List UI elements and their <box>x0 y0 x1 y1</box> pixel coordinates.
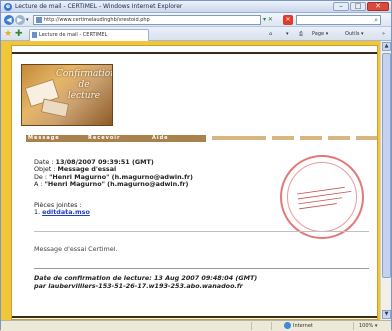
favorites-star-icon[interactable]: ★ <box>4 29 12 39</box>
tools-menu-button[interactable]: Outils ▾ <box>345 30 364 38</box>
address-url: http://www.certimelaudinghb/vrestoid.php <box>44 17 150 23</box>
feeds-button[interactable]: ▾ <box>286 30 289 38</box>
page-icon <box>36 17 42 23</box>
read-confirmation-date: Date de confirmation de lecture: 13 Aug … <box>34 274 258 282</box>
stop-button[interactable]: ✕ <box>283 15 293 25</box>
home-button[interactable]: ⌂ <box>269 30 272 38</box>
status-divider <box>353 322 354 330</box>
menu-item-message[interactable]: Message <box>28 135 86 142</box>
refresh-button[interactable]: ▾ ✕ <box>263 15 281 25</box>
maximize-button[interactable]: □ <box>350 2 366 11</box>
search-icon[interactable]: ⌕ <box>374 16 378 24</box>
tab-label: Lecture de mail - CERTIMEL <box>39 32 108 38</box>
scroll-up-icon[interactable]: ▲ <box>382 42 391 51</box>
scroll-thumb[interactable] <box>382 53 391 278</box>
vertical-scrollbar[interactable]: ▲ ▼ <box>380 41 391 320</box>
message-body: Message d'essai Certimel. <box>34 245 118 253</box>
bottom-divider <box>12 316 377 318</box>
mail-menu-bar: Message Recevoir Aide <box>26 135 377 144</box>
ie-logo-icon: e <box>4 3 12 11</box>
close-button[interactable]: ✕ <box>367 2 389 11</box>
attachment-index: 1. <box>34 208 43 217</box>
tab-lecture-de-mail[interactable]: Lecture de mail - CERTIMEL <box>29 29 149 41</box>
browser-window: e Lecture de mail - CERTIMEL - Windows I… <box>0 0 392 331</box>
tab-page-icon <box>32 32 37 38</box>
page-menu-button[interactable]: Page ▾ <box>312 30 328 38</box>
security-zone[interactable]: Internet <box>293 322 313 330</box>
tab-bar: ★ ✚ Lecture de mail - CERTIMEL ⌂ ▾ ⎙ Pag… <box>1 27 391 41</box>
mail-page: Confirmation de lecture Message Recevoir… <box>11 45 378 320</box>
forward-button[interactable]: ▶ <box>15 15 25 25</box>
back-button[interactable]: ◀ <box>4 15 14 25</box>
menu-item-aide[interactable]: Aide <box>152 135 202 142</box>
attachment-link[interactable]: editdata.mso <box>42 208 90 216</box>
status-divider <box>251 322 252 330</box>
zoom-level[interactable]: 100% ▾ <box>359 322 377 330</box>
globe-icon <box>284 322 291 329</box>
menu-divider <box>300 136 322 140</box>
menu-divider <box>272 136 294 140</box>
history-dropdown-icon[interactable]: ▾ <box>26 17 29 23</box>
window-title: Lecture de mail - CERTIMEL - Windows Int… <box>15 3 183 10</box>
print-button[interactable]: ⎙ <box>299 30 303 38</box>
to-value: "Henri Magurno" (h.magurno@adwin.fr) <box>44 179 189 188</box>
to-label: A : <box>34 179 45 188</box>
to-row: A : "Henri Magurno" (h.magurno@adwin.fr) <box>34 179 254 188</box>
content-area: Confirmation de lecture Message Recevoir… <box>1 41 391 320</box>
menu-divider <box>356 136 377 140</box>
menu-divider <box>328 136 350 140</box>
address-toolbar: ◀ ▶ ▾ http://www.certimelaudinghb/vresto… <box>1 13 391 27</box>
logo-text-line: Confirmation <box>56 69 113 79</box>
read-confirmation-host: par laubervilliers-153-51-26-17.w193-253… <box>34 282 243 290</box>
add-favorite-icon[interactable]: ✚ <box>15 29 23 39</box>
divider <box>34 231 369 232</box>
message-headers: Date : 13/08/2007 09:39:51 (GMT) Objet :… <box>34 158 254 188</box>
logo-text-line: lecture <box>67 91 101 101</box>
minimize-button[interactable]: – <box>333 2 349 11</box>
confirmation-logo: Confirmation de lecture <box>21 64 113 126</box>
divider <box>34 268 369 269</box>
read-confirmation: Date de confirmation de lecture: 13 Aug … <box>34 274 257 290</box>
top-divider <box>12 52 377 54</box>
logo-title: Confirmation de lecture <box>56 69 112 102</box>
attachments: Pièces jointes : 1. editdata.mso <box>34 201 174 217</box>
certification-stamp-icon <box>280 155 364 239</box>
menu-divider <box>212 136 266 140</box>
attachment-item: 1. editdata.mso <box>34 209 174 216</box>
logo-text-line: de <box>78 80 90 90</box>
search-input[interactable]: ⌕ <box>296 15 381 25</box>
menu-item-recevoir[interactable]: Recevoir <box>88 135 150 142</box>
status-bar: Internet 100% ▾ <box>1 320 391 331</box>
title-bar: e Lecture de mail - CERTIMEL - Windows I… <box>1 1 391 13</box>
status-divider <box>271 322 272 330</box>
address-input[interactable]: http://www.certimelaudinghb/vrestoid.php <box>33 15 261 25</box>
more-commands-button[interactable]: » <box>382 30 385 38</box>
scroll-down-icon[interactable]: ▼ <box>382 310 391 319</box>
